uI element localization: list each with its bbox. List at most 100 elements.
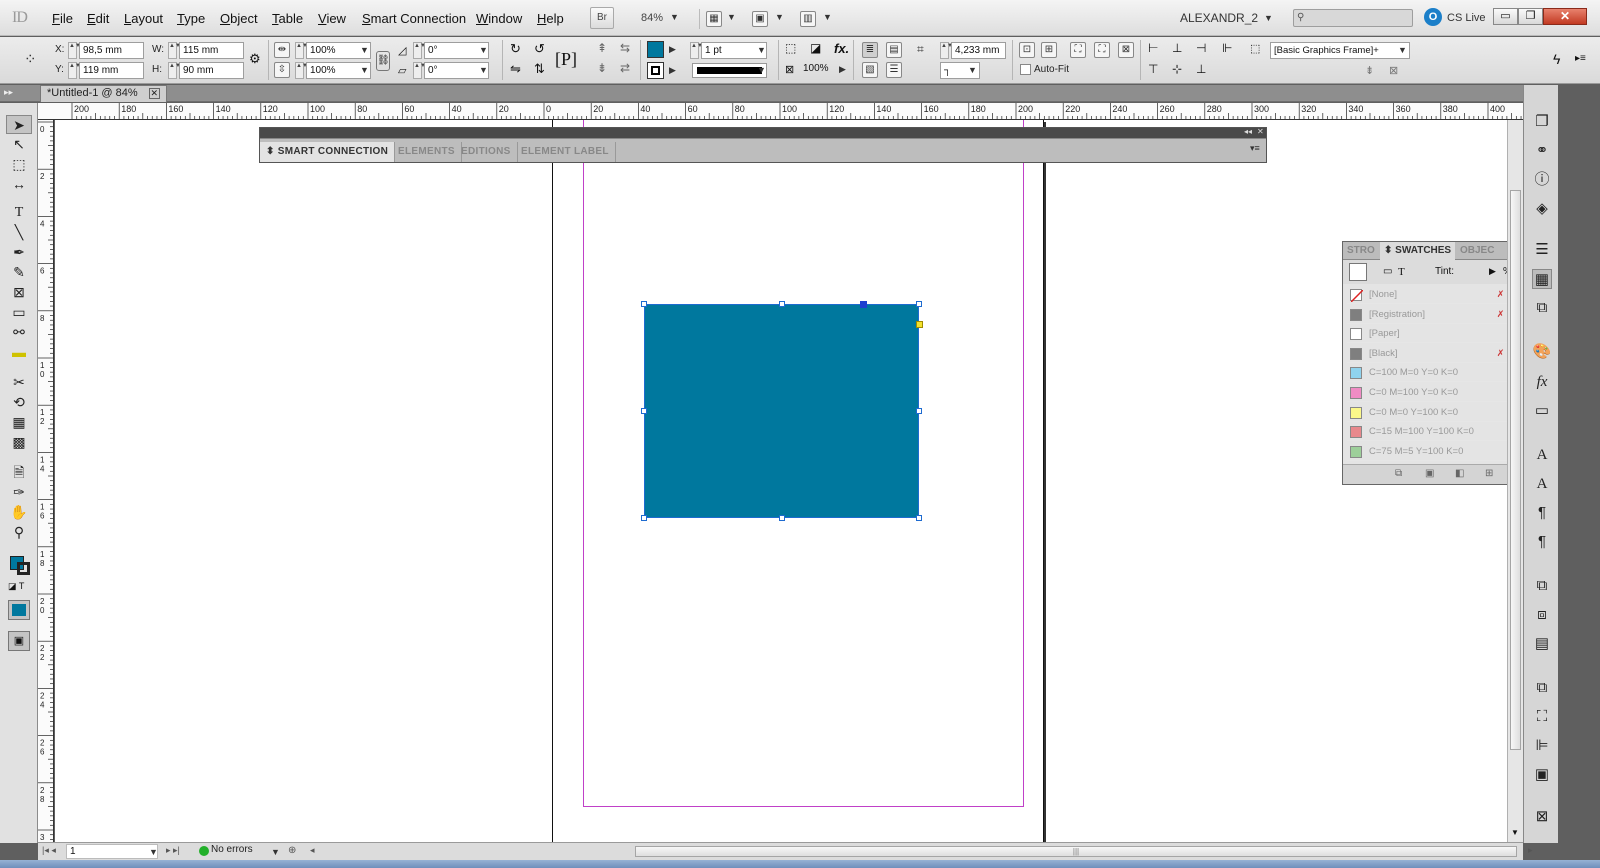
select-container-icon[interactable]: ⇞ [597,41,607,55]
rectangle-frame-tool-icon[interactable]: ⊠ [6,283,32,302]
panel-collapse-icon[interactable]: ◂◂ [1244,127,1252,136]
distribute-icon[interactable]: ⊩ [1222,41,1232,55]
tint-dropdown-icon[interactable]: ▶ [1489,266,1496,277]
preflight-panel-icon[interactable]: ▣ [1532,765,1552,785]
tab-swatches[interactable]: ⬍ SWATCHES [1380,242,1456,260]
table-panel-icon[interactable]: ▤ [1532,634,1552,654]
stroke-swatch[interactable] [647,62,664,79]
tab-editions[interactable]: EDITIONS [455,142,518,162]
screen-mode-normal-icon[interactable]: ▣ [8,631,30,651]
fill-swatch[interactable] [647,41,664,58]
apply-color-icon[interactable] [8,600,30,620]
vertical-ruler[interactable]: 024681012141618202224262830 [38,120,54,842]
selection-tool-icon[interactable]: ➤ [6,115,32,134]
note-tool-icon[interactable]: ▬ [6,343,32,362]
clear-overrides-icon[interactable]: ⇟ [1365,64,1374,77]
align-left-icon[interactable]: ⊢ [1148,41,1158,55]
live-corner-handle[interactable] [916,321,923,328]
horizontal-ruler[interactable]: 200 180 160 140 120 100 80 60 40 20 0 20 40 60 80 100 12… [38,103,1552,120]
rotate-dropdown-icon[interactable]: ▼ [479,45,488,55]
eyedropper-tool-icon[interactable]: ✑ [6,483,32,502]
x-stepper[interactable]: ▲▼ [68,42,81,59]
layers-panel-icon[interactable]: ◈ [1532,199,1552,219]
button-tool-icon[interactable]: ⚯ [6,323,32,342]
text-icon[interactable]: T [1398,266,1405,278]
next-page-icon[interactable]: ▸ ▸| [166,845,180,856]
opacity-field[interactable]: 100% [803,63,829,74]
scale-y-dropdown-icon[interactable]: ▼ [360,65,369,75]
arrange-dropdown-icon[interactable]: ▼ [823,12,832,22]
align-panel-icon[interactable]: ⊫ [1532,736,1552,756]
page-tool-icon[interactable]: ⬚ [6,155,32,174]
flip-horizontal-icon[interactable]: ⇋ [510,61,521,77]
stroke-type-select[interactable] [692,63,767,78]
handle-top-right[interactable] [916,301,922,307]
stroke-dropdown-icon[interactable]: ▶ [669,65,676,76]
wrap-none-icon[interactable]: ≣ [862,42,878,58]
rectangle-tool-icon[interactable]: ▭ [6,303,32,322]
links-panel-icon[interactable]: ⚭ [1532,141,1552,161]
object-style-select[interactable]: [Basic Graphics Frame]+ [1270,42,1410,59]
stroke-weight-stepper[interactable]: ▲▼ [690,42,703,59]
autofit-checkbox[interactable] [1020,64,1031,75]
info-panel-icon[interactable]: ⓘ [1532,170,1552,190]
fill-frame-proportionally-icon[interactable]: ⛶ [1070,42,1086,58]
page-number-field[interactable]: 1 [66,844,158,859]
preflight-dropdown-icon[interactable]: ▼ [271,847,280,857]
select-next-icon[interactable]: ⇄ [620,61,630,75]
character-styles-icon[interactable]: A [1532,474,1552,494]
corner-shape-dropdown-icon[interactable]: ▼ [968,65,977,75]
effects-panel-icon[interactable]: fx [1532,372,1552,392]
bridge-button[interactable]: Br [590,7,614,29]
scroll-right-icon[interactable]: ▸ [1528,845,1533,856]
view-options-icon[interactable]: ▦ [706,11,722,27]
menu-window[interactable]: Window [476,11,522,26]
restore-button[interactable]: ❐ [1518,8,1543,25]
text-wrap-icon[interactable]: ⧉ [1532,576,1552,596]
paragraph-panel-icon[interactable]: ¶ [1532,503,1552,523]
center-content-icon[interactable]: ⊠ [1118,42,1134,58]
color-panel-icon[interactable]: ⧉ [1532,298,1552,318]
rotate-cw-icon[interactable]: ↻ [510,41,521,57]
y-stepper[interactable]: ▲▼ [68,62,81,79]
clear-style-icon[interactable]: ⊠ [1389,64,1398,77]
cs-live-icon[interactable]: O [1424,8,1442,26]
tab-element-label[interactable]: ELEMENT LABEL [515,142,616,162]
line-tool-icon[interactable]: ╲ [6,223,32,242]
height-field[interactable]: 90 mm [179,62,244,79]
wrap-shape-icon[interactable]: ▧ [862,62,878,78]
color-theme-icon[interactable]: 🎨 [1532,342,1552,362]
fit-content-frame-icon[interactable]: ⊡ [1019,42,1035,58]
gradient-feather-tool-icon[interactable]: ▩ [6,433,32,452]
close-button[interactable]: ✕ [1543,8,1587,25]
h-stepper[interactable]: ▲▼ [168,62,181,79]
handle-bottom-right[interactable] [916,515,922,521]
w-stepper[interactable]: ▲▼ [168,42,181,59]
handle-bottom-left[interactable] [641,515,647,521]
gap-tool-icon[interactable]: ↔ [6,175,32,194]
fill-dropdown-icon[interactable]: ▶ [669,44,676,55]
flip-vertical-icon[interactable]: ⇅ [534,61,545,77]
stroke-color-icon[interactable] [17,562,30,575]
scale-x-stepper[interactable]: ▲▼ [295,42,308,59]
wrap-bounding-icon[interactable]: ▤ [886,42,902,58]
stroke-panel-icon[interactable]: ☰ [1532,240,1552,260]
open-preflight-icon[interactable]: ⊕ [288,845,296,856]
menu-layout[interactable]: Layout [124,11,163,26]
menu-smart-connection[interactable]: Smart Connection [362,11,466,26]
control-panel-menu-icon[interactable]: ▸≡ [1575,53,1586,64]
constrain-proportions-icon[interactable]: ⚙ [249,51,261,67]
handle-middle-right[interactable] [916,408,922,414]
scale-y-stepper[interactable]: ▲▼ [295,62,308,79]
paragraph-styles-icon[interactable]: ¶ [1532,532,1552,552]
first-page-icon[interactable]: |◂ ◂ [42,845,56,856]
opacity-dropdown-icon[interactable]: ▶ [839,64,846,75]
menu-object[interactable]: Object [220,11,258,26]
scissors-tool-icon[interactable]: ✂ [6,373,32,392]
tab-object-styles[interactable]: OBJEC [1460,245,1494,256]
x-field[interactable]: 98,5 mm [79,42,144,59]
apply-effects-icon[interactable]: ⬚ [785,41,796,55]
smart-connection-dock-icon[interactable]: ⊠ [1532,807,1552,827]
tab-elements[interactable]: ELEMENTS [392,142,462,162]
align-right-icon[interactable]: ⊣ [1196,41,1206,55]
